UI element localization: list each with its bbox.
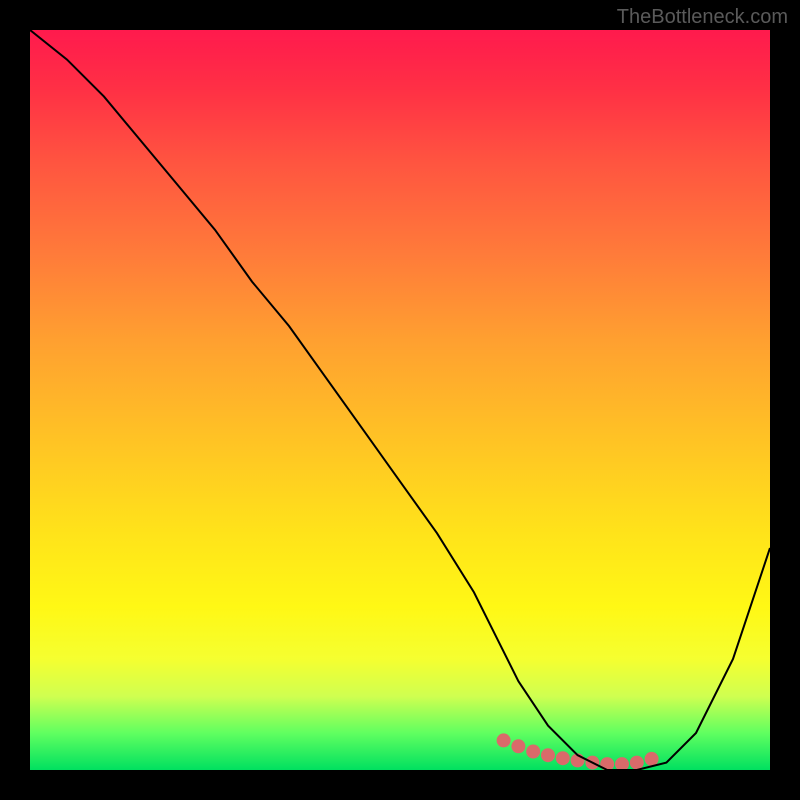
marker-dot bbox=[541, 748, 555, 762]
marker-dot bbox=[511, 739, 525, 753]
chart-plot-area bbox=[30, 30, 770, 770]
marker-dot bbox=[497, 733, 511, 747]
marker-dot bbox=[615, 757, 629, 770]
chart-svg bbox=[30, 30, 770, 770]
marker-dot bbox=[556, 751, 570, 765]
marker-dot bbox=[526, 745, 540, 759]
low-zone-markers bbox=[497, 733, 659, 770]
marker-dot bbox=[630, 756, 644, 770]
marker-dot bbox=[645, 752, 659, 766]
bottleneck-curve bbox=[30, 30, 770, 770]
watermark-text: TheBottleneck.com bbox=[617, 6, 788, 29]
